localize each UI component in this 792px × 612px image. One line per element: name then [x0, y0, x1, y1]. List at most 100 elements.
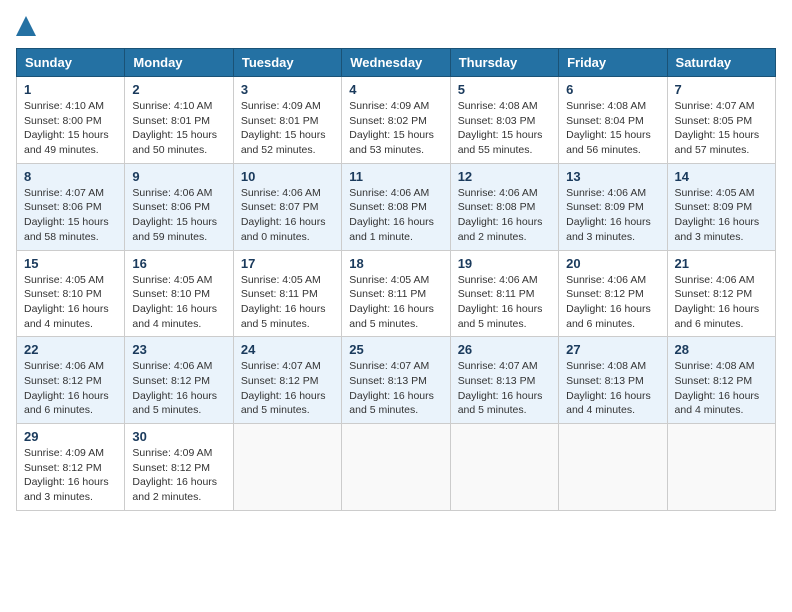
calendar-day-29: 29Sunrise: 4:09 AMSunset: 8:12 PMDayligh… [17, 424, 125, 511]
day-number: 28 [675, 342, 768, 357]
calendar-day-3: 3 Sunrise: 4:09 AMSunset: 8:01 PMDaylight… [233, 77, 341, 164]
day-info: Sunrise: 4:06 AMSunset: 8:07 PMDaylight:… [241, 186, 334, 245]
day-info: Sunrise: 4:06 AMSunset: 8:09 PMDaylight:… [566, 186, 659, 245]
calendar-day-7: 7Sunrise: 4:07 AMSunset: 8:05 PMDaylight… [667, 77, 775, 164]
day-info: Sunrise: 4:06 AMSunset: 8:08 PMDaylight:… [349, 186, 442, 245]
day-number: 18 [349, 256, 442, 271]
empty-cell [233, 424, 341, 511]
day-number: 1 [24, 82, 117, 97]
header-day-thursday: Thursday [450, 49, 558, 77]
day-info: Sunrise: 4:05 AMSunset: 8:11 PMDaylight:… [349, 273, 442, 332]
calendar-day-4: 4 Sunrise: 4:09 AMSunset: 8:02 PMDaylight… [342, 77, 450, 164]
calendar-day-17: 17 Sunrise: 4:05 AMSunset: 8:11 PMDayligh… [233, 250, 341, 337]
day-info: Sunrise: 4:09 AMSunset: 8:01 PMDaylight:… [241, 99, 334, 158]
header-day-tuesday: Tuesday [233, 49, 341, 77]
day-info: Sunrise: 4:09 AMSunset: 8:02 PMDaylight:… [349, 99, 442, 158]
day-number: 21 [675, 256, 768, 271]
calendar-day-5: 5Sunrise: 4:08 AMSunset: 8:03 PMDaylight… [450, 77, 558, 164]
calendar-day-14: 14Sunrise: 4:05 AMSunset: 8:09 PMDayligh… [667, 163, 775, 250]
calendar-week-4: 22 Sunrise: 4:06 AMSunset: 8:12 PMDayligh… [17, 337, 776, 424]
empty-cell [450, 424, 558, 511]
day-number: 15 [24, 256, 117, 271]
day-number: 19 [458, 256, 551, 271]
day-number: 2 [132, 82, 225, 97]
header-day-friday: Friday [559, 49, 667, 77]
calendar-day-22: 22 Sunrise: 4:06 AMSunset: 8:12 PMDayligh… [17, 337, 125, 424]
day-number: 4 [349, 82, 442, 97]
calendar-day-11: 11 Sunrise: 4:06 AMSunset: 8:08 PMDayligh… [342, 163, 450, 250]
calendar-day-8: 8 Sunrise: 4:07 AMSunset: 8:06 PMDaylight… [17, 163, 125, 250]
calendar-day-13: 13 Sunrise: 4:06 AMSunset: 8:09 PMDayligh… [559, 163, 667, 250]
calendar: SundayMondayTuesdayWednesdayThursdayFrid… [16, 48, 776, 511]
calendar-day-1: 1 Sunrise: 4:10 AMSunset: 8:00 PMDaylight… [17, 77, 125, 164]
logo: General Blue [16, 16, 36, 36]
day-info: Sunrise: 4:10 AMSunset: 8:01 PMDaylight:… [132, 99, 225, 158]
calendar-week-2: 8 Sunrise: 4:07 AMSunset: 8:06 PMDaylight… [17, 163, 776, 250]
calendar-day-26: 26 Sunrise: 4:07 AMSunset: 8:13 PMDayligh… [450, 337, 558, 424]
day-number: 12 [458, 169, 551, 184]
calendar-body: 1 Sunrise: 4:10 AMSunset: 8:00 PMDaylight… [17, 77, 776, 511]
calendar-day-16: 16 Sunrise: 4:05 AMSunset: 8:10 PMDayligh… [125, 250, 233, 337]
day-number: 29 [24, 429, 117, 444]
day-number: 30 [132, 429, 225, 444]
day-number: 13 [566, 169, 659, 184]
day-number: 25 [349, 342, 442, 357]
day-number: 9 [132, 169, 225, 184]
day-info: Sunrise: 4:07 AMSunset: 8:13 PMDaylight:… [458, 359, 551, 418]
day-number: 11 [349, 169, 442, 184]
day-info: Sunrise: 4:08 AMSunset: 8:03 PMDaylight:… [458, 99, 551, 158]
calendar-day-20: 20 Sunrise: 4:06 AMSunset: 8:12 PMDayligh… [559, 250, 667, 337]
day-info: Sunrise: 4:06 AMSunset: 8:08 PMDaylight:… [458, 186, 551, 245]
day-info: Sunrise: 4:06 AMSunset: 8:06 PMDaylight:… [132, 186, 225, 245]
header-day-monday: Monday [125, 49, 233, 77]
calendar-day-15: 15Sunrise: 4:05 AMSunset: 8:10 PMDayligh… [17, 250, 125, 337]
calendar-day-19: 19 Sunrise: 4:06 AMSunset: 8:11 PMDayligh… [450, 250, 558, 337]
calendar-day-27: 27 Sunrise: 4:08 AMSunset: 8:13 PMDayligh… [559, 337, 667, 424]
day-number: 26 [458, 342, 551, 357]
empty-cell [667, 424, 775, 511]
calendar-header: SundayMondayTuesdayWednesdayThursdayFrid… [17, 49, 776, 77]
day-info: Sunrise: 4:08 AMSunset: 8:04 PMDaylight:… [566, 99, 659, 158]
calendar-day-30: 30 Sunrise: 4:09 AMSunset: 8:12 PMDayligh… [125, 424, 233, 511]
day-info: Sunrise: 4:10 AMSunset: 8:00 PMDaylight:… [24, 99, 117, 158]
day-number: 17 [241, 256, 334, 271]
header-day-wednesday: Wednesday [342, 49, 450, 77]
day-info: Sunrise: 4:08 AMSunset: 8:13 PMDaylight:… [566, 359, 659, 418]
day-number: 3 [241, 82, 334, 97]
calendar-day-21: 21 Sunrise: 4:06 AMSunset: 8:12 PMDayligh… [667, 250, 775, 337]
day-info: Sunrise: 4:06 AMSunset: 8:12 PMDaylight:… [675, 273, 768, 332]
day-number: 27 [566, 342, 659, 357]
day-info: Sunrise: 4:07 AMSunset: 8:06 PMDaylight:… [24, 186, 117, 245]
calendar-day-2: 2 Sunrise: 4:10 AMSunset: 8:01 PMDaylight… [125, 77, 233, 164]
calendar-day-9: 9 Sunrise: 4:06 AMSunset: 8:06 PMDaylight… [125, 163, 233, 250]
day-number: 22 [24, 342, 117, 357]
day-number: 20 [566, 256, 659, 271]
header-row: SundayMondayTuesdayWednesdayThursdayFrid… [17, 49, 776, 77]
empty-cell [342, 424, 450, 511]
day-info: Sunrise: 4:06 AMSunset: 8:12 PMDaylight:… [566, 273, 659, 332]
logo-triangle-icon [16, 16, 36, 36]
day-number: 16 [132, 256, 225, 271]
day-info: Sunrise: 4:06 AMSunset: 8:11 PMDaylight:… [458, 273, 551, 332]
calendar-week-5: 29 Sunrise: 4:09 AMSunset: 8:12 PMDayligh… [17, 424, 776, 511]
calendar-day-18: 18 Sunrise: 4:05 AMSunset: 8:11 PMDayligh… [342, 250, 450, 337]
day-number: 7 [675, 82, 768, 97]
calendar-day-28: 28 Sunrise: 4:08 AMSunset: 8:12 PMDayligh… [667, 337, 775, 424]
calendar-day-24: 24Sunrise: 4:07 AMSunset: 8:12 PMDayligh… [233, 337, 341, 424]
day-info: Sunrise: 4:08 AMSunset: 8:12 PMDaylight:… [675, 359, 768, 418]
empty-cell [559, 424, 667, 511]
calendar-day-23: 23Sunrise: 4:06 AMSunset: 8:12 PMDayligh… [125, 337, 233, 424]
day-number: 14 [675, 169, 768, 184]
calendar-week-3: 15 Sunrise: 4:05 AMSunset: 8:10 PMDayligh… [17, 250, 776, 337]
day-info: Sunrise: 4:06 AMSunset: 8:12 PMDaylight:… [24, 359, 117, 418]
page-header: General Blue [16, 16, 776, 36]
calendar-day-10: 10Sunrise: 4:06 AMSunset: 8:07 PMDayligh… [233, 163, 341, 250]
day-number: 23 [132, 342, 225, 357]
day-number: 6 [566, 82, 659, 97]
day-info: Sunrise: 4:05 AMSunset: 8:11 PMDaylight:… [241, 273, 334, 332]
header-day-sunday: Sunday [17, 49, 125, 77]
day-info: Sunrise: 4:09 AMSunset: 8:12 PMDaylight:… [132, 446, 225, 505]
header-day-saturday: Saturday [667, 49, 775, 77]
day-info: Sunrise: 4:05 AMSunset: 8:10 PMDaylight:… [132, 273, 225, 332]
day-number: 8 [24, 169, 117, 184]
